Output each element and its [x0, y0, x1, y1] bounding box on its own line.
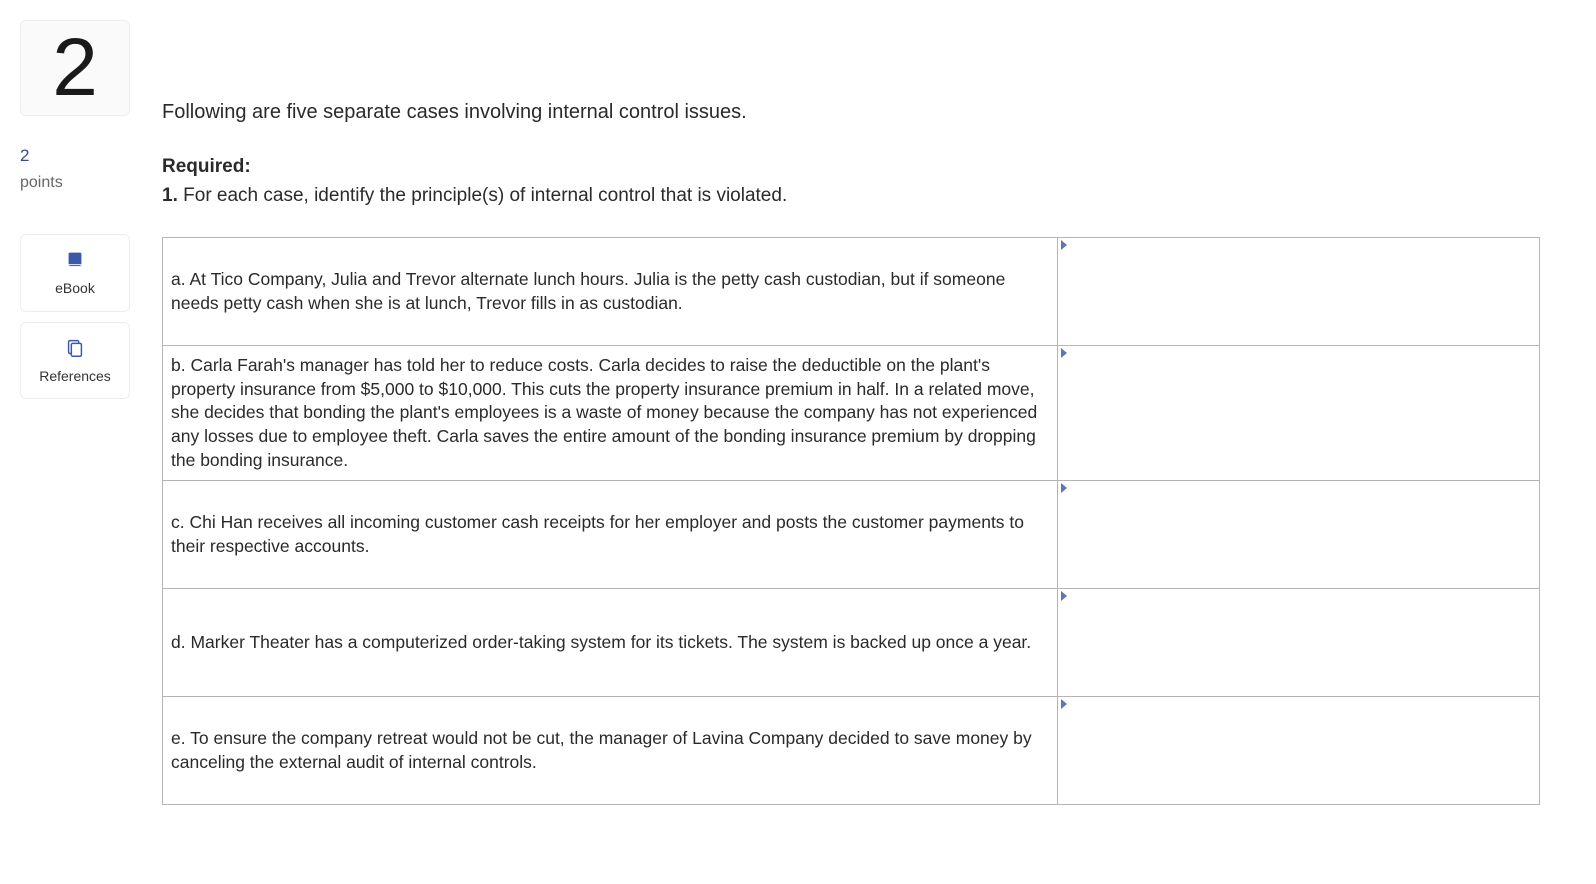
- cases-table: a. At Tico Company, Julia and Trevor alt…: [162, 237, 1540, 805]
- required-number: 1.: [162, 185, 178, 206]
- references-label: References: [39, 367, 111, 387]
- case-prompt: d. Marker Theater has a computerized ord…: [163, 589, 1058, 697]
- references-button[interactable]: References: [20, 322, 130, 400]
- case-prompt: e. To ensure the company retreat would n…: [163, 697, 1058, 805]
- answer-dropdown[interactable]: [1058, 238, 1540, 346]
- required-line: 1. For each case, identify the principle…: [162, 183, 1540, 210]
- table-row: e. To ensure the company retreat would n…: [163, 697, 1540, 805]
- question-number-box: 2: [20, 20, 130, 116]
- case-prompt: b. Carla Farah's manager has told her to…: [163, 346, 1058, 481]
- answer-dropdown[interactable]: [1058, 346, 1540, 481]
- book-icon: [64, 249, 86, 271]
- table-row: a. At Tico Company, Julia and Trevor alt…: [163, 238, 1540, 346]
- ebook-label: eBook: [55, 279, 95, 299]
- answer-dropdown[interactable]: [1058, 589, 1540, 697]
- table-row: d. Marker Theater has a computerized ord…: [163, 589, 1540, 697]
- points-label: points: [20, 172, 130, 194]
- table-row: b. Carla Farah's manager has told her to…: [163, 346, 1540, 481]
- table-row: c. Chi Han receives all incoming custome…: [163, 481, 1540, 589]
- case-prompt: a. At Tico Company, Julia and Trevor alt…: [163, 238, 1058, 346]
- documents-icon: [64, 337, 86, 359]
- required-text: For each case, identify the principle(s)…: [183, 185, 787, 206]
- ebook-button[interactable]: eBook: [20, 234, 130, 312]
- question-number: 2: [31, 27, 119, 109]
- page-layout: 2 2 points eBook References: [20, 20, 1540, 805]
- answer-dropdown[interactable]: [1058, 697, 1540, 805]
- answer-dropdown[interactable]: [1058, 481, 1540, 589]
- case-prompt: c. Chi Han receives all incoming custome…: [163, 481, 1058, 589]
- intro-text: Following are five separate cases involv…: [162, 98, 1540, 126]
- points-value: 2: [20, 144, 130, 168]
- main-content: Following are five separate cases involv…: [162, 20, 1540, 805]
- required-heading: Required:: [162, 154, 1540, 181]
- sidebar: 2 2 points eBook References: [20, 20, 130, 805]
